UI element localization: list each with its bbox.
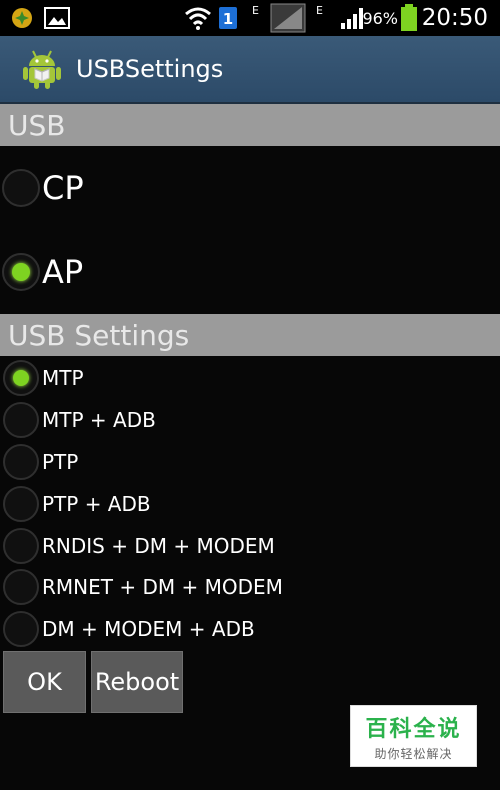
radio-label: CP [42, 169, 84, 207]
radio-label: DM + MODEM + ADB [42, 617, 255, 641]
image-notification-icon [44, 0, 70, 36]
watermark-subtitle: 助你轻松解决 [374, 746, 453, 761]
android-icon [22, 48, 62, 94]
radio-option-ptp[interactable]: PTP [0, 442, 500, 482]
radio-button[interactable] [3, 611, 39, 647]
battery-percent: 96% [362, 8, 398, 28]
app-bar: USBSettings [0, 36, 500, 104]
battery-icon [400, 0, 418, 36]
clock: 20:50 [421, 5, 488, 31]
radio-option-dm-modem-adb[interactable]: DM + MODEM + ADB [0, 609, 500, 649]
radio-button[interactable] [3, 528, 39, 564]
radio-button-selected[interactable] [2, 253, 40, 291]
watermark-logo: 百科全说 助你轻松解决 [350, 705, 477, 767]
radio-option-ap[interactable]: AP [0, 250, 500, 294]
radio-button[interactable] [3, 486, 39, 522]
network-type-label: E [316, 4, 323, 17]
watermark-title: 百科全说 [365, 716, 462, 742]
radio-option-mtp[interactable]: MTP [0, 358, 500, 398]
sim-icon: 1 [218, 0, 238, 36]
radio-button-selected[interactable] [3, 360, 39, 396]
status-bar: 1 E E 96% 20:50 [0, 0, 500, 36]
radio-button[interactable] [3, 569, 39, 605]
radio-option-mtp-adb[interactable]: MTP + ADB [0, 400, 500, 440]
radio-label: RMNET + DM + MODEM [42, 575, 283, 599]
radio-option-rndis-dm-modem[interactable]: RNDIS + DM + MODEM [0, 526, 500, 566]
app-title: USBSettings [76, 55, 224, 83]
section-header-usb: USB [0, 104, 500, 146]
section-header-usb-settings: USB Settings [0, 314, 500, 356]
radio-label: PTP [42, 450, 79, 474]
radio-label: PTP + ADB [42, 492, 151, 516]
ok-button[interactable]: OK [3, 651, 86, 713]
radio-label: MTP + ADB [42, 408, 156, 432]
radio-option-rmnet-dm-modem[interactable]: RMNET + DM + MODEM [0, 567, 500, 607]
radio-option-cp[interactable]: CP [0, 166, 500, 210]
svg-text:1: 1 [223, 10, 233, 28]
radio-label: RNDIS + DM + MODEM [42, 534, 275, 558]
app-notification-icon [10, 0, 34, 36]
radio-label: MTP [42, 366, 84, 390]
radio-option-ptp-adb[interactable]: PTP + ADB [0, 484, 500, 524]
radio-button[interactable] [3, 444, 39, 480]
wifi-icon [184, 0, 212, 36]
network-type-label: E [252, 4, 259, 17]
radio-label: AP [42, 253, 84, 291]
reboot-button[interactable]: Reboot [91, 651, 183, 713]
radio-button[interactable] [3, 402, 39, 438]
radio-button[interactable] [2, 169, 40, 207]
signal-icon [270, 0, 306, 36]
